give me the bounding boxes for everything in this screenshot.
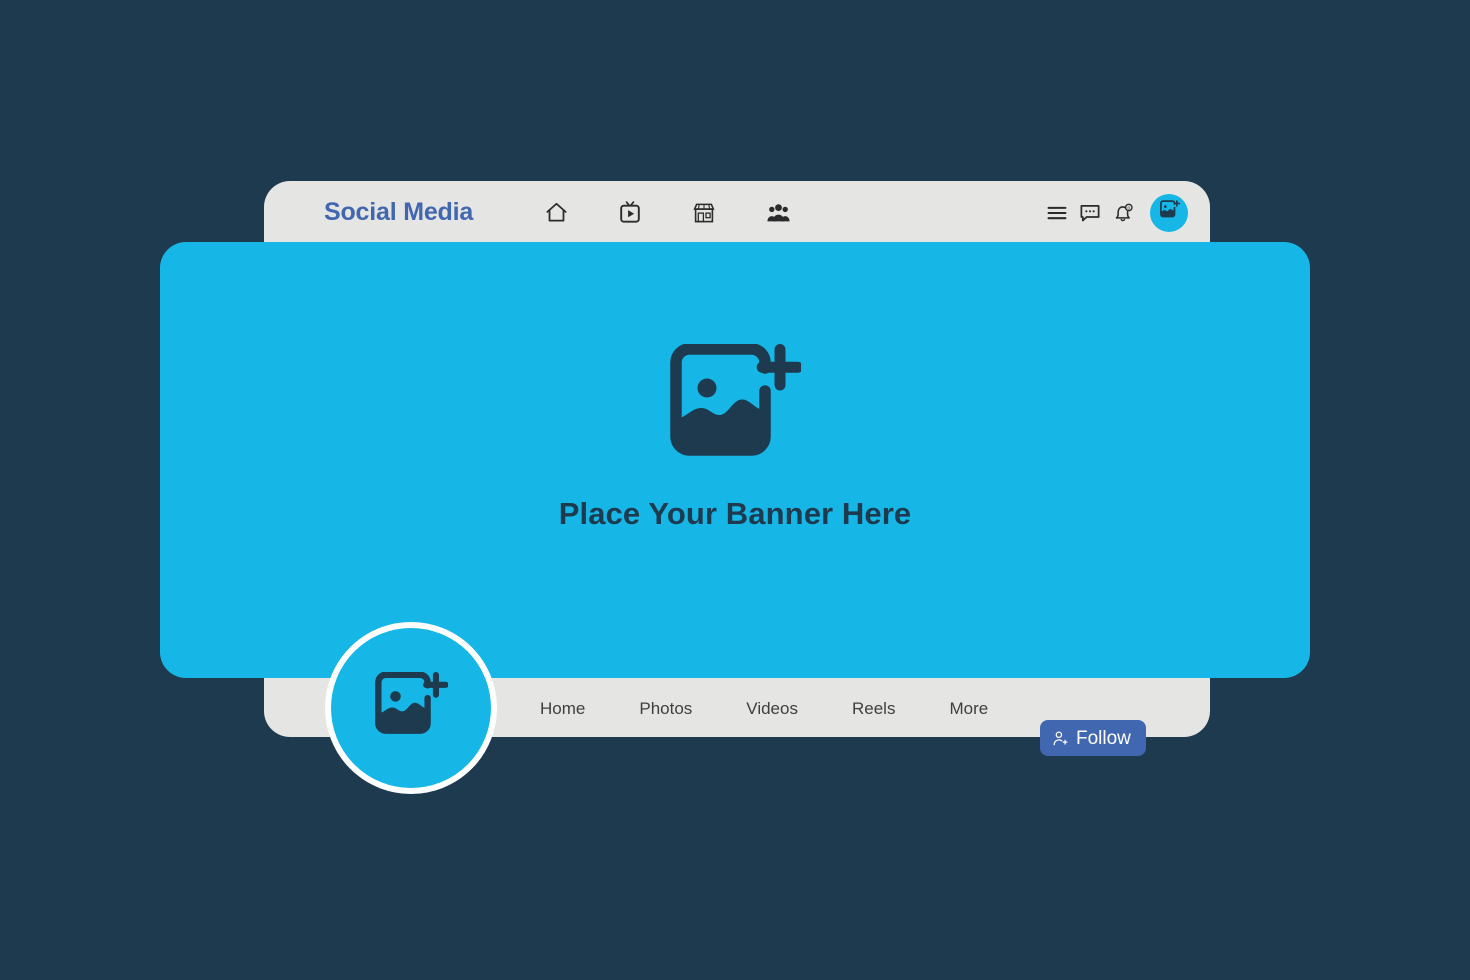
add-image-icon [669, 343, 804, 474]
menu-hamburger-icon[interactable] [1046, 202, 1068, 224]
banner-placeholder-text: Place Your Banner Here [558, 496, 912, 531]
secondary-nav-actions: 0 [1046, 193, 1188, 232]
tab-home[interactable]: Home [520, 700, 612, 717]
primary-nav-icons [543, 200, 791, 226]
groups-people-icon[interactable] [765, 200, 791, 226]
notification-badge-count: 0 [1127, 205, 1130, 211]
follow-button-label: Follow [1076, 727, 1131, 749]
profile-avatar[interactable] [325, 622, 497, 794]
account-avatar[interactable] [1150, 193, 1188, 232]
tab-videos[interactable]: Videos [719, 700, 825, 717]
profile-tabs: Home Photos Videos Reels More [520, 690, 1015, 726]
marketplace-store-icon[interactable] [691, 200, 717, 226]
follow-button[interactable]: Follow [1040, 720, 1146, 756]
tab-photos[interactable]: Photos [612, 700, 719, 717]
brand-title: Social Media [324, 198, 474, 226]
messages-chat-icon[interactable] [1079, 202, 1101, 224]
account-avatar-image-icon [1159, 200, 1180, 225]
top-navigation-bar: Social Media 0 [264, 181, 1210, 244]
person-add-icon [1052, 730, 1069, 747]
add-image-icon [374, 671, 449, 744]
watch-video-icon[interactable] [617, 200, 643, 226]
notifications-bell-icon[interactable]: 0 [1112, 202, 1134, 224]
tab-more[interactable]: More [922, 700, 1015, 717]
banner-content: Place Your Banner Here [558, 343, 912, 532]
tab-reels[interactable]: Reels [825, 700, 922, 717]
home-icon[interactable] [543, 200, 569, 226]
social-media-profile-mockup: Social Media 0 Place Your Banner Here Ho… [0, 0, 1470, 980]
banner-placeholder[interactable]: Place Your Banner Here [160, 242, 1310, 678]
